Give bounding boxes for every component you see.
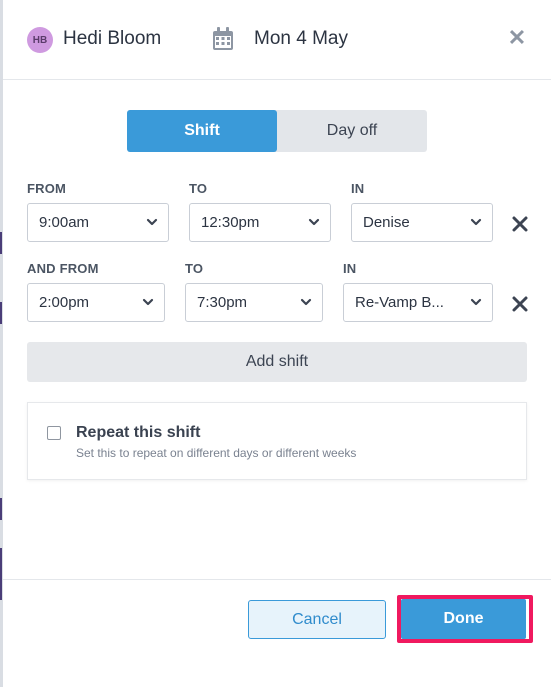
toggle-shift-option[interactable]: Shift bbox=[127, 110, 277, 152]
chevron-down-icon bbox=[300, 298, 312, 306]
select-value: 12:30pm bbox=[201, 214, 260, 231]
select-value: 9:00am bbox=[39, 214, 90, 231]
to-label: TO bbox=[189, 181, 208, 196]
toggle-day-off-option[interactable]: Day off bbox=[277, 110, 427, 152]
repeat-shift-panel: Repeat this shift Set this to repeat on … bbox=[27, 402, 527, 480]
repeat-shift-checkbox[interactable] bbox=[47, 426, 61, 440]
shift-2-to-select[interactable]: 7:30pm bbox=[185, 283, 323, 322]
remove-shift-2-icon[interactable] bbox=[511, 295, 529, 313]
chevron-down-icon bbox=[470, 298, 482, 306]
cancel-button[interactable]: Cancel bbox=[248, 600, 386, 639]
background-edge-mark bbox=[0, 302, 2, 324]
background-edge-mark bbox=[0, 498, 2, 520]
done-button[interactable]: Done bbox=[401, 599, 526, 639]
shift-1-to-select[interactable]: 12:30pm bbox=[189, 203, 331, 242]
repeat-shift-title: Repeat this shift bbox=[76, 424, 201, 441]
from-label: FROM bbox=[27, 181, 67, 196]
person-name: Hedi Bloom bbox=[63, 28, 162, 49]
chevron-down-icon bbox=[146, 218, 158, 226]
background-edge-mark bbox=[0, 548, 2, 600]
select-value: 7:30pm bbox=[197, 294, 248, 311]
shift-2-from-select[interactable]: 2:00pm bbox=[27, 283, 165, 322]
repeat-shift-description: Set this to repeat on different days or … bbox=[76, 446, 357, 460]
in-label: IN bbox=[343, 261, 357, 276]
in-label: IN bbox=[351, 181, 365, 196]
chevron-down-icon bbox=[470, 218, 482, 226]
to-label: TO bbox=[185, 261, 204, 276]
close-icon[interactable]: ✕ bbox=[506, 26, 528, 50]
avatar: HB bbox=[27, 27, 53, 53]
select-value: Denise bbox=[363, 214, 410, 231]
shift-date: Mon 4 May bbox=[254, 28, 348, 49]
shift-2-location-select[interactable]: Re-Vamp B... bbox=[343, 283, 493, 322]
chevron-down-icon bbox=[142, 298, 154, 306]
shift-1-from-select[interactable]: 9:00am bbox=[27, 203, 169, 242]
and-from-label: AND FROM bbox=[27, 261, 99, 276]
select-value: Re-Vamp B... bbox=[355, 294, 444, 311]
calendar-icon bbox=[213, 27, 233, 50]
background-edge-mark bbox=[0, 232, 2, 254]
shift-type-toggle: Shift Day off bbox=[127, 110, 427, 152]
modal-header: HB Hedi Bloom Mon 4 May ✕ bbox=[3, 0, 551, 80]
add-shift-button[interactable]: Add shift bbox=[27, 342, 527, 382]
remove-shift-1-icon[interactable] bbox=[511, 215, 529, 233]
shift-1-location-select[interactable]: Denise bbox=[351, 203, 493, 242]
select-value: 2:00pm bbox=[39, 294, 90, 311]
chevron-down-icon bbox=[308, 218, 320, 226]
